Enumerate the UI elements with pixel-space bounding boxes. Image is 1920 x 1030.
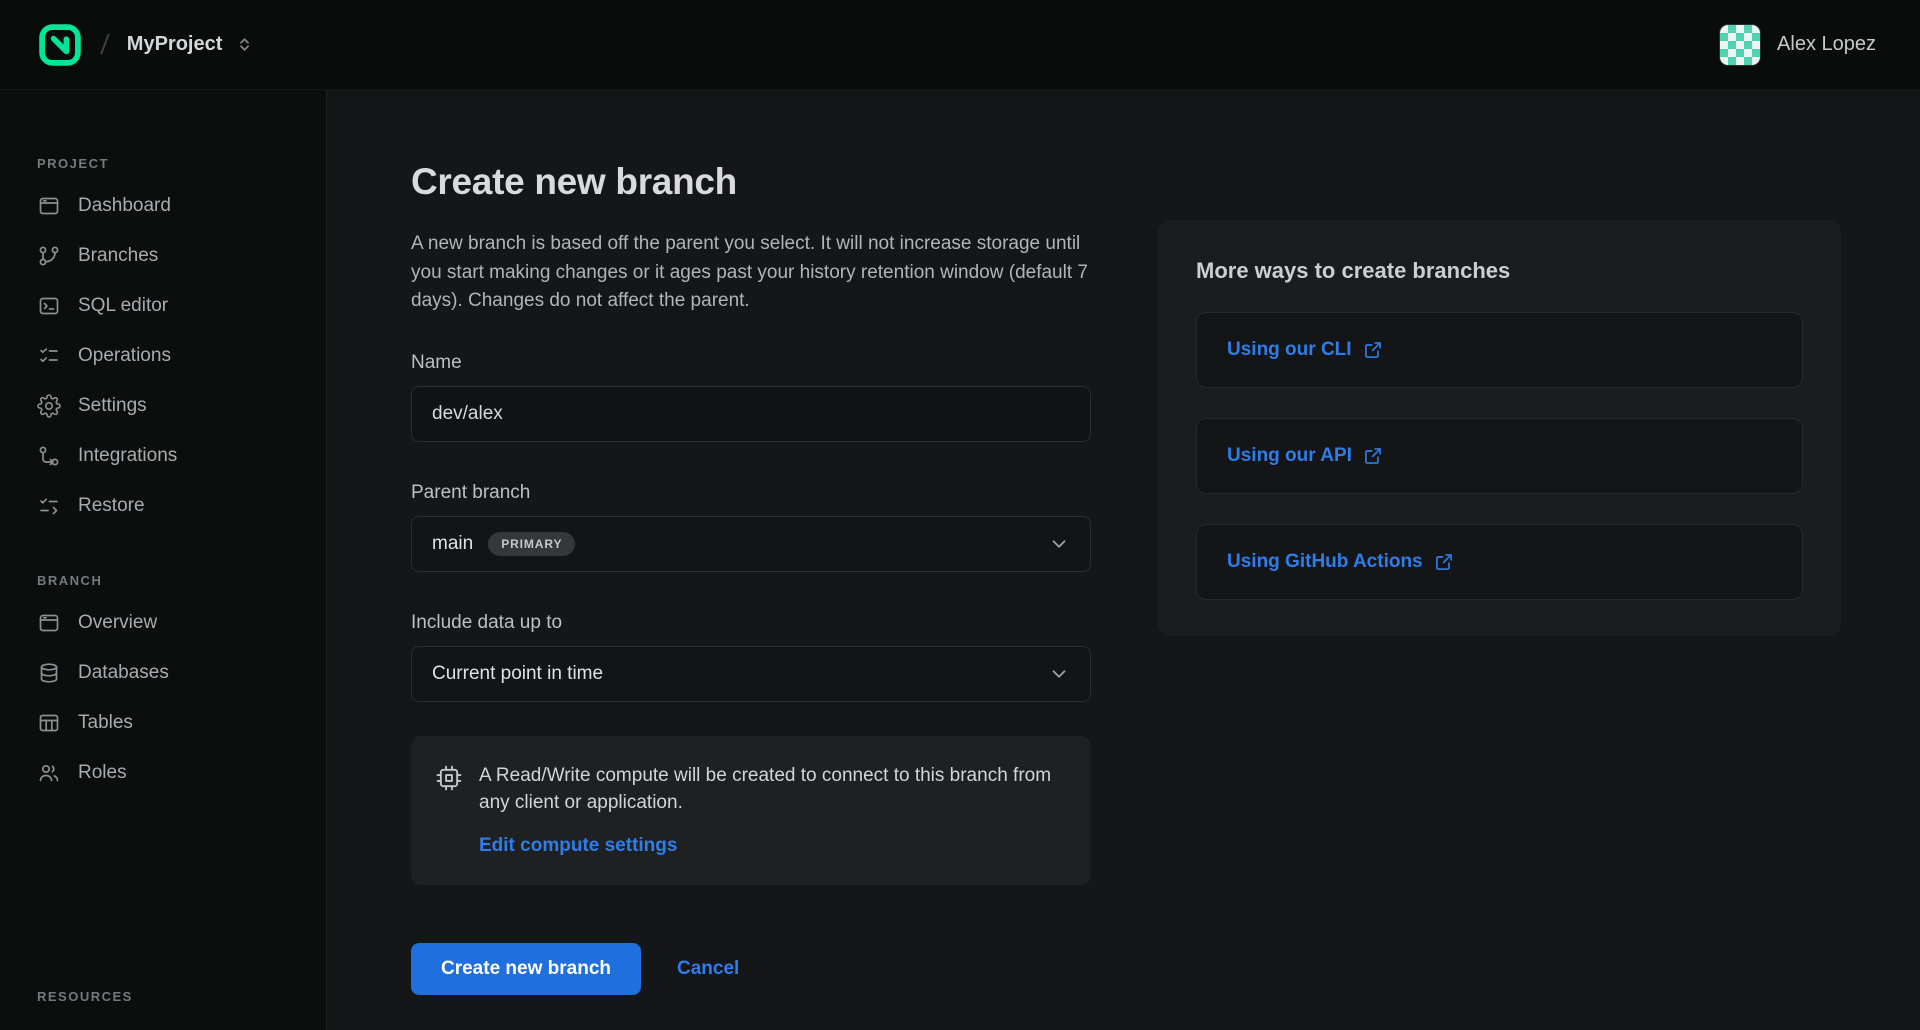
project-switcher[interactable]: MyProject [127,33,254,56]
name-label: Name [411,352,1091,374]
overview-icon [37,611,61,635]
parent-branch-value: main [432,533,473,555]
cli-link-text: Using our CLI [1227,339,1352,361]
sql-editor-icon [37,294,61,318]
external-link-icon [1363,446,1383,466]
chevron-down-icon [1048,533,1070,555]
sidebar-item-dashboard[interactable]: Dashboard [37,181,306,231]
api-link-text: Using our API [1227,445,1352,467]
cli-link-card[interactable]: Using our CLI [1196,312,1803,388]
include-data-field: Include data up to Current point in time [411,612,1091,702]
sidebar-section-resources: RESOURCES [37,989,306,1014]
include-data-label: Include data up to [411,612,1091,634]
branches-icon [37,244,61,268]
compute-info-row: A Read/Write compute will be created to … [435,762,1063,817]
form-actions: Create new branch Cancel [411,943,1091,995]
parent-branch-label: Parent branch [411,482,1091,504]
parent-branch-field: Parent branch main PRIMARY [411,482,1091,572]
include-data-value: Current point in time [432,663,603,685]
operations-icon [37,344,61,368]
sidebar-item-label: Operations [78,345,171,367]
sidebar-item-label: Integrations [78,445,177,467]
sidebar: PROJECT Dashboard [0,90,327,1030]
sidebar-item-operations[interactable]: Operations [37,331,306,381]
compute-note-text: A Read/Write compute will be created to … [479,762,1063,817]
top-header: / MyProject Alex Lopez [0,0,1920,90]
include-data-select[interactable]: Current point in time [411,646,1091,702]
sidebar-item-integrations[interactable]: Integrations [37,431,306,481]
dashboard-icon [37,194,61,218]
sidebar-section-project: PROJECT Dashboard [37,156,306,531]
cancel-button[interactable]: Cancel [677,958,739,980]
sidebar-item-tables[interactable]: Tables [37,698,306,748]
restore-icon [37,494,61,518]
user-name: Alex Lopez [1777,33,1876,56]
more-ways-title: More ways to create branches [1196,258,1803,284]
sidebar-item-sql-editor[interactable]: SQL editor [37,281,306,331]
sidebar-item-label: Tables [78,712,133,734]
sidebar-item-label: Settings [78,395,147,417]
sidebar-item-overview[interactable]: Overview [37,598,306,648]
edit-compute-settings-link[interactable]: Edit compute settings [479,835,677,857]
sidebar-item-label: Dashboard [78,195,171,217]
primary-badge: PRIMARY [488,532,575,556]
sidebar-item-label: Branches [78,245,158,267]
external-link-icon [1434,552,1454,572]
sidebar-item-label: Roles [78,762,127,784]
create-branch-form: Create new branch A new branch is based … [411,160,1091,995]
sidebar-item-restore[interactable]: Restore [37,481,306,531]
header-left: / MyProject [37,22,253,68]
github-actions-link-card[interactable]: Using GitHub Actions [1196,524,1803,600]
api-link-label: Using our API [1227,445,1383,467]
page-title: Create new branch [411,160,1091,204]
section-label-project: PROJECT [37,156,306,171]
integrations-icon [37,444,61,468]
sidebar-item-label: Overview [78,612,157,634]
section-label-branch: BRANCH [37,573,306,588]
external-link-icon [1363,340,1383,360]
tables-icon [37,711,61,735]
sidebar-item-label: Databases [78,662,169,684]
create-branch-button[interactable]: Create new branch [411,943,641,995]
sidebar-section-branch: BRANCH Overview [37,573,306,798]
sidebar-item-label: SQL editor [78,295,168,317]
github-actions-link-label: Using GitHub Actions [1227,551,1454,573]
breadcrumb-divider: / [99,29,110,61]
cpu-icon [435,764,463,792]
cli-link-label: Using our CLI [1227,339,1383,361]
section-label-resources: RESOURCES [37,989,306,1004]
sidebar-item-branches[interactable]: Branches [37,231,306,281]
roles-icon [37,761,61,785]
project-name: MyProject [127,33,223,56]
sidebar-item-label: Restore [78,495,145,517]
user-menu[interactable]: Alex Lopez [1719,24,1876,66]
branch-name-input[interactable] [411,386,1091,442]
main-content: Create new branch A new branch is based … [327,90,1920,1030]
sidebar-item-databases[interactable]: Databases [37,648,306,698]
gear-icon [37,394,61,418]
databases-icon [37,661,61,685]
chevron-updown-icon [236,36,253,53]
chevron-down-icon [1048,663,1070,685]
sidebar-item-roles[interactable]: Roles [37,748,306,798]
parent-branch-select[interactable]: main PRIMARY [411,516,1091,572]
app-body: PROJECT Dashboard [0,90,1920,1030]
compute-info-box: A Read/Write compute will be created to … [411,736,1091,885]
page-description: A new branch is based off the parent you… [411,230,1091,316]
api-link-card[interactable]: Using our API [1196,418,1803,494]
sidebar-item-settings[interactable]: Settings [37,381,306,431]
neon-logo-icon[interactable] [37,22,83,68]
name-field: Name [411,352,1091,442]
user-avatar [1719,24,1761,66]
github-actions-link-text: Using GitHub Actions [1227,551,1423,573]
more-ways-panel: More ways to create branches Using our C… [1158,220,1841,636]
